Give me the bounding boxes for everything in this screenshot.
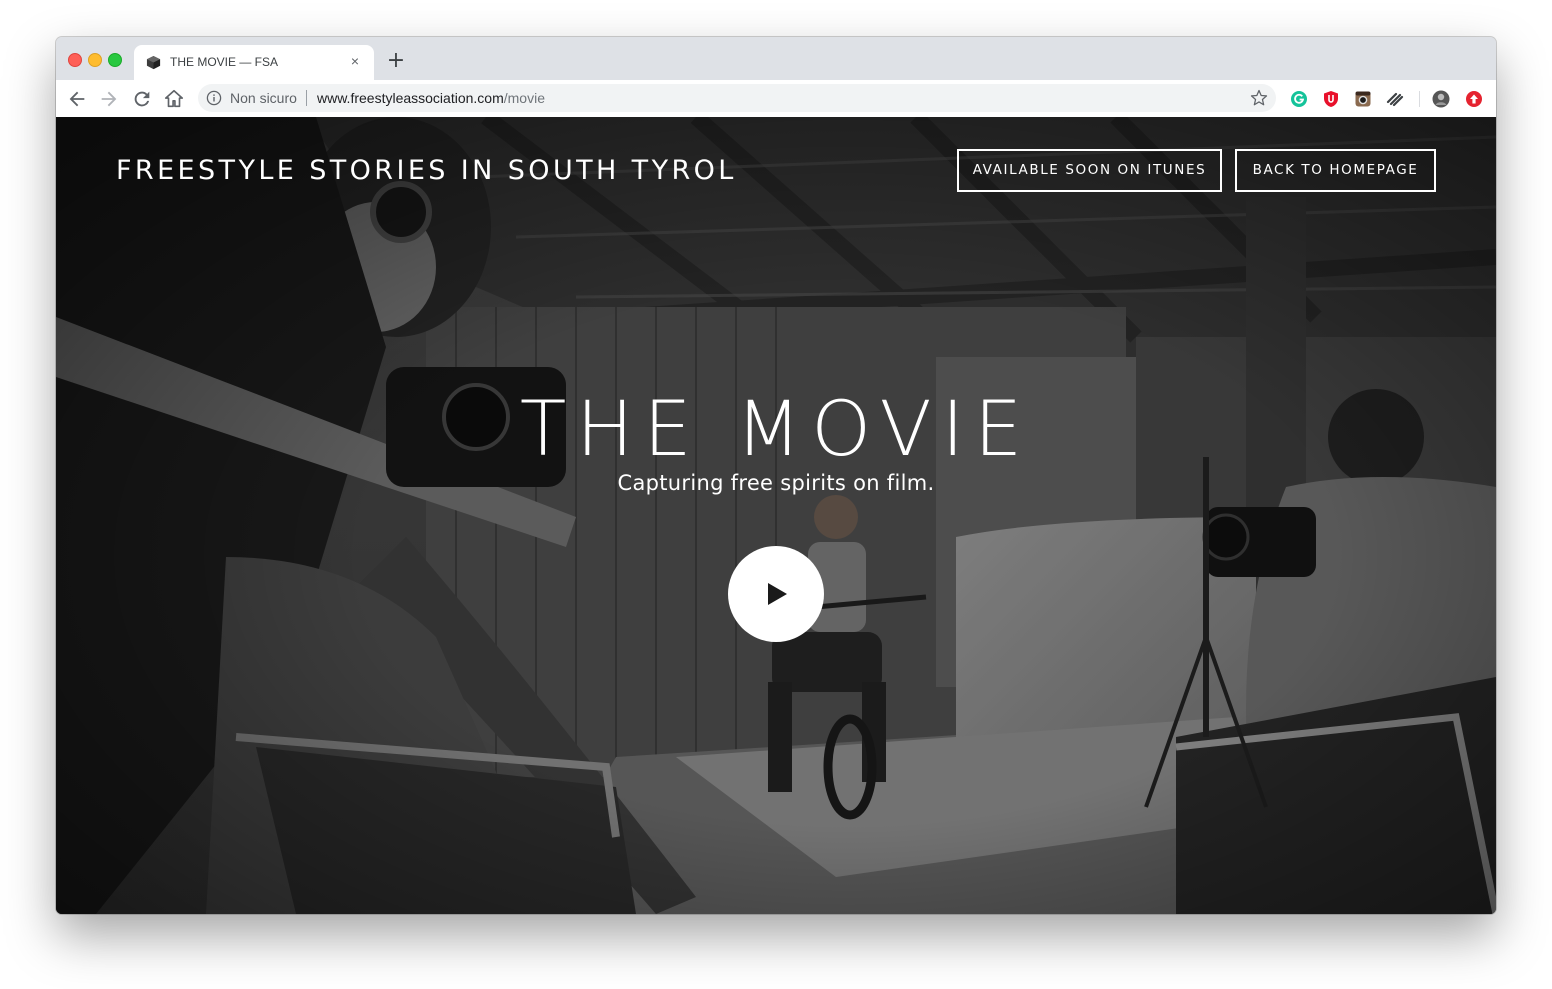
reload-icon bbox=[134, 91, 150, 107]
instagram-icon bbox=[1355, 91, 1371, 107]
minimize-window-button[interactable] bbox=[88, 53, 102, 67]
back-button[interactable] bbox=[66, 88, 88, 110]
forward-button[interactable] bbox=[98, 88, 120, 110]
tab-title: THE MOVIE — FSA bbox=[170, 55, 279, 69]
url-text[interactable]: www.freestyleassociation.com/movie bbox=[317, 90, 545, 106]
toolbar-separator bbox=[1419, 91, 1420, 107]
info-icon[interactable] bbox=[206, 90, 222, 106]
browser-toolbar: Non sicuro www.freestyleassociation.com/… bbox=[56, 80, 1496, 118]
site-title[interactable]: FREESTYLE STORIES IN SOUTH TYROL bbox=[116, 155, 737, 186]
page-viewport: FREESTYLE STORIES IN SOUTH TYROL AVAILAB… bbox=[56, 117, 1496, 914]
ublock-extension[interactable] bbox=[1322, 90, 1340, 108]
grammarly-icon bbox=[1291, 91, 1307, 107]
play-icon bbox=[768, 583, 787, 605]
stripes-icon bbox=[1386, 92, 1404, 107]
update-extension[interactable] bbox=[1465, 90, 1483, 108]
back-to-homepage-button[interactable]: BACK TO HOMEPAGE bbox=[1235, 149, 1436, 192]
tab-strip: THE MOVIE — FSA × + bbox=[56, 37, 1496, 80]
grammarly-extension[interactable] bbox=[1290, 90, 1308, 108]
play-video-button[interactable] bbox=[728, 546, 824, 642]
close-tab-icon[interactable]: × bbox=[346, 52, 364, 70]
bookmark-star-icon[interactable] bbox=[1250, 89, 1268, 107]
hero-heading: THE MOVIE bbox=[519, 384, 1033, 473]
tab-the-movie[interactable]: THE MOVIE — FSA × bbox=[134, 45, 374, 80]
arrow-left-icon bbox=[69, 91, 85, 107]
stripes-extension[interactable] bbox=[1386, 90, 1404, 108]
security-label[interactable]: Non sicuro bbox=[230, 90, 297, 106]
home-icon bbox=[164, 89, 184, 108]
instagram-extension[interactable] bbox=[1354, 90, 1372, 108]
home-button[interactable] bbox=[163, 88, 185, 110]
profile-avatar[interactable] bbox=[1432, 90, 1450, 108]
new-tab-button[interactable]: + bbox=[386, 50, 406, 72]
reload-button[interactable] bbox=[131, 88, 153, 110]
profile-avatar-icon bbox=[1432, 90, 1450, 108]
url-host: www.freestyleassociation.com bbox=[317, 90, 504, 106]
itunes-button[interactable]: AVAILABLE SOON ON ITUNES bbox=[957, 149, 1222, 192]
address-bar[interactable]: Non sicuro www.freestyleassociation.com/… bbox=[198, 84, 1276, 112]
browser-window: THE MOVIE — FSA × + Non sicuro www.frees… bbox=[56, 37, 1496, 914]
maximize-window-button[interactable] bbox=[108, 53, 122, 67]
omnibox-separator bbox=[306, 90, 307, 106]
arrow-right-icon bbox=[101, 91, 117, 107]
cube-icon bbox=[146, 55, 161, 70]
hero-subtitle: Capturing free spirits on film. bbox=[617, 471, 935, 495]
url-path: /movie bbox=[503, 90, 545, 106]
close-window-button[interactable] bbox=[68, 53, 82, 67]
hero-background-photo bbox=[56, 117, 1496, 914]
ublock-icon bbox=[1324, 91, 1338, 107]
update-icon bbox=[1466, 91, 1482, 107]
